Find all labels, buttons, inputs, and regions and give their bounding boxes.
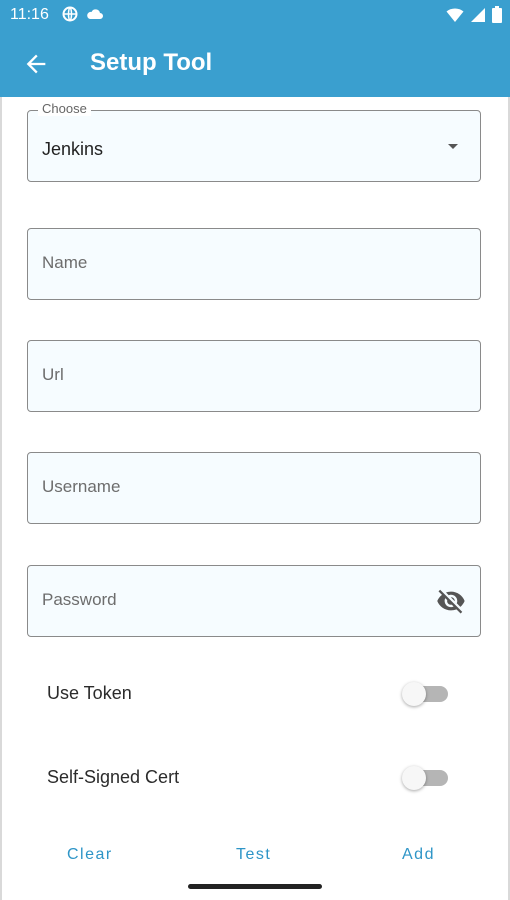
add-button[interactable]: Add	[402, 846, 435, 864]
switch-knob	[402, 682, 426, 706]
dropdown-arrow-icon	[448, 144, 458, 149]
signal-icon	[471, 7, 485, 22]
app-bar: 11:16 Setup Tool	[0, 0, 510, 97]
choose-value: Jenkins	[42, 139, 104, 159]
visibility-off-icon[interactable]	[436, 586, 466, 616]
status-bar: 11:16	[0, 0, 510, 30]
url-field[interactable]: Url	[27, 340, 481, 412]
use-token-label: Use Token	[47, 683, 132, 703]
username-placeholder: Username	[42, 477, 121, 496]
name-placeholder: Name	[42, 253, 88, 272]
url-placeholder: Url	[42, 365, 64, 384]
username-field[interactable]: Username	[27, 452, 481, 524]
switch-knob	[402, 766, 426, 790]
arrow-back-icon[interactable]	[22, 50, 50, 78]
status-right-icons	[446, 6, 502, 23]
vpn-globe-icon	[62, 6, 78, 22]
choose-label: Choose	[38, 101, 91, 116]
status-time: 11:16	[10, 6, 49, 23]
test-button[interactable]: Test	[236, 846, 271, 864]
status-left-icons	[62, 6, 104, 22]
choose-dropdown[interactable]: Choose Jenkins	[27, 101, 481, 182]
self-signed-cert-label: Self-Signed Cert	[47, 767, 180, 787]
use-token-row: Use Token	[27, 674, 481, 714]
home-indicator[interactable]	[188, 884, 322, 889]
page-title: Setup Tool	[90, 49, 213, 76]
cloud-icon	[87, 9, 103, 19]
password-field[interactable]: Password	[27, 565, 481, 637]
battery-icon	[492, 6, 502, 23]
wifi-icon	[446, 8, 464, 22]
password-placeholder: Password	[42, 590, 117, 609]
self-signed-cert-row: Self-Signed Cert	[27, 758, 481, 798]
name-field[interactable]: Name	[27, 228, 481, 300]
use-token-switch[interactable]	[402, 682, 448, 706]
clear-button[interactable]: Clear	[67, 846, 113, 864]
toolbar: Setup Tool	[0, 30, 510, 97]
self-signed-cert-switch[interactable]	[402, 766, 448, 790]
